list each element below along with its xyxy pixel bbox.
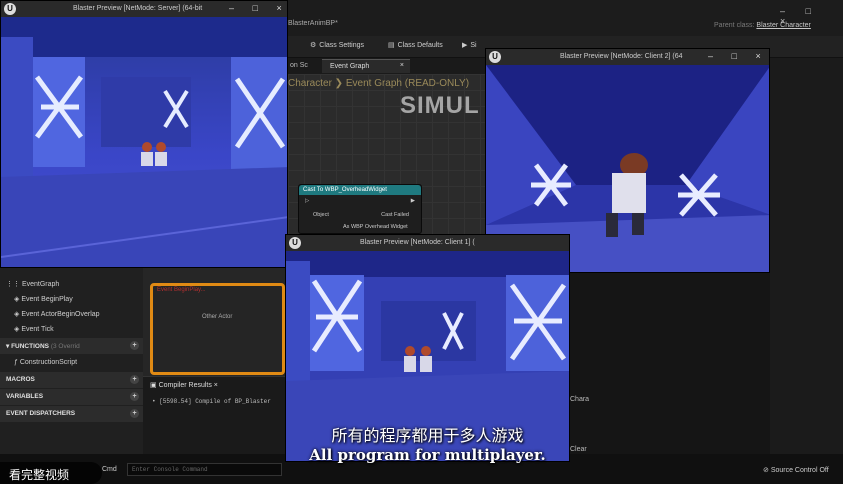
compiler-icon: ▣	[150, 382, 159, 389]
add-icon[interactable]: +	[130, 341, 139, 350]
event-item-beginplay[interactable]: ◈ Event BeginPlay	[0, 291, 143, 307]
editor-title: BlasterAnimBP*	[288, 20, 338, 27]
parent-class-label: Parent class:	[714, 22, 755, 29]
gear-icon: ⚙	[310, 42, 317, 49]
subtitle-chinese: 所有的程序都用于多人游戏	[331, 426, 524, 445]
unreal-logo-icon: U	[4, 3, 16, 15]
tab-event-graph-label: Event Graph	[330, 63, 370, 70]
server-scene	[1, 17, 287, 267]
event-item-actorbeginoverlap[interactable]: ◈ Event ActorBeginOverlap	[0, 306, 143, 322]
client2-window-controls[interactable]: – □ ×	[708, 51, 769, 61]
section-label: VARIABLES	[6, 393, 44, 400]
event-item-label: Event Tick	[21, 326, 54, 333]
watch-full-video-button[interactable]: 看完整视频	[0, 462, 102, 484]
simulate-icon: ▶	[462, 42, 468, 49]
event-item-tick[interactable]: ◈ Event Tick	[0, 321, 143, 337]
compiler-tab-label: Compiler Results	[158, 382, 212, 389]
unreal-logo-icon: U	[489, 51, 501, 63]
add-icon[interactable]: +	[130, 392, 139, 401]
graph-icon: ⋮⋮	[6, 281, 22, 288]
selected-event-node[interactable]	[150, 283, 285, 375]
section-functions[interactable]: ▾ FUNCTIONS (3 Overrid +	[0, 338, 143, 354]
server-window-controls[interactable]: – □ ×	[229, 3, 287, 13]
function-item-constructionscript[interactable]: ƒ ConstructionScript	[0, 355, 143, 371]
event-item-label: Event ActorBeginOverlap	[21, 311, 100, 318]
function-item-label: ConstructionScript	[19, 359, 78, 366]
source-control-icon: ⊘	[763, 467, 771, 474]
details-panel	[770, 58, 843, 454]
server-preview-window[interactable]: U Blaster Preview [NetMode: Server] (64-…	[0, 0, 288, 268]
server-window-title: Blaster Preview [NetMode: Server] (64-bi…	[73, 5, 203, 12]
section-macros[interactable]: MACROS +	[0, 372, 143, 388]
tab-event-graph[interactable]: Event Graph ×	[322, 59, 410, 73]
client2-window-titlebar[interactable]: U Blaster Preview [NetMode: Client 2] (6…	[486, 49, 769, 65]
compiler-results-tab[interactable]: ▣ Compiler Results ×	[150, 381, 218, 389]
tab-components[interactable]: on Sc	[290, 62, 308, 69]
source-control-label: Source Control Off	[770, 467, 829, 474]
unreal-logo-icon: U	[289, 237, 301, 249]
other-actor-pin[interactable]: Other Actor	[202, 314, 232, 320]
clear-button[interactable]: Clear	[570, 446, 587, 453]
server-window-titlebar[interactable]: U Blaster Preview [NetMode: Server] (64-…	[1, 1, 287, 17]
simulating-watermark: SIMUL	[400, 92, 480, 119]
section-suffix: (3 Overrid	[50, 343, 80, 350]
section-label: EVENT DISPATCHERS	[6, 410, 76, 417]
section-event-dispatchers[interactable]: EVENT DISPATCHERS +	[0, 406, 143, 422]
exec-in-pin[interactable]: ▷	[305, 198, 309, 204]
simulate-label: Si	[470, 42, 477, 49]
exec-out-pin[interactable]: ▶	[411, 198, 415, 204]
client2-window-title: Blaster Preview [NetMode: Client 2] (64	[560, 53, 683, 60]
my-blueprint-panel: ⋮⋮ EventGraph ◈ Event BeginPlay ◈ Event …	[0, 268, 143, 454]
add-icon[interactable]: +	[130, 375, 139, 384]
source-control-button[interactable]: ⊘ Source Control Off	[763, 466, 829, 474]
simulate-button[interactable]: ▶ Si	[462, 41, 477, 49]
compiler-log-line: • [5598.54] Compile of BP_Blaster	[152, 398, 271, 405]
cmd-dropdown[interactable]: Cmd	[102, 466, 117, 473]
log-overflow-text: Chara	[570, 396, 590, 403]
class-defaults-label: Class Defaults	[397, 42, 443, 49]
client1-window-titlebar[interactable]: U Blaster Preview [NetMode: Client 1] (	[286, 235, 569, 251]
graph-item-label: EventGraph	[21, 281, 60, 288]
section-label: FUNCTIONS	[11, 343, 49, 350]
server-viewport[interactable]	[1, 17, 287, 267]
event-item-label: Event BeginPlay	[21, 296, 73, 303]
breadcrumb: Character ❯ Event Graph (READ-ONLY)	[288, 78, 470, 89]
section-variables[interactable]: VARIABLES +	[0, 389, 143, 405]
client1-window-title: Blaster Preview [NetMode: Client 1] (	[360, 239, 475, 246]
cast-node[interactable]: Cast To WBP_OverheadWidget ▷ ▶ Object Ca…	[298, 184, 422, 234]
graph-item-eventgraph[interactable]: ⋮⋮ EventGraph	[0, 276, 143, 292]
console-input[interactable]: Enter Console Command	[127, 463, 282, 476]
cast-node-title: Cast To WBP_OverheadWidget	[299, 185, 421, 195]
class-settings-label: Class Settings	[319, 42, 365, 49]
cast-failed-pin[interactable]: Cast Failed	[381, 212, 409, 218]
as-widget-pin[interactable]: As WBP Overhead Widget	[343, 224, 408, 230]
class-settings-button[interactable]: ⚙ Class Settings	[310, 41, 364, 49]
editor-window-controls[interactable]: – □ ×	[780, 6, 843, 26]
add-icon[interactable]: +	[130, 409, 139, 418]
object-pin[interactable]: Object	[313, 212, 329, 218]
section-label: MACROS	[6, 376, 35, 383]
class-defaults-button[interactable]: ▤ Class Defaults	[388, 41, 443, 49]
class-defaults-icon: ▤	[388, 42, 395, 49]
subtitle-english: All program for multiplayer.	[309, 446, 546, 464]
event-node-title: Event BeginPlay...	[157, 287, 206, 293]
close-icon[interactable]: ×	[400, 62, 404, 69]
